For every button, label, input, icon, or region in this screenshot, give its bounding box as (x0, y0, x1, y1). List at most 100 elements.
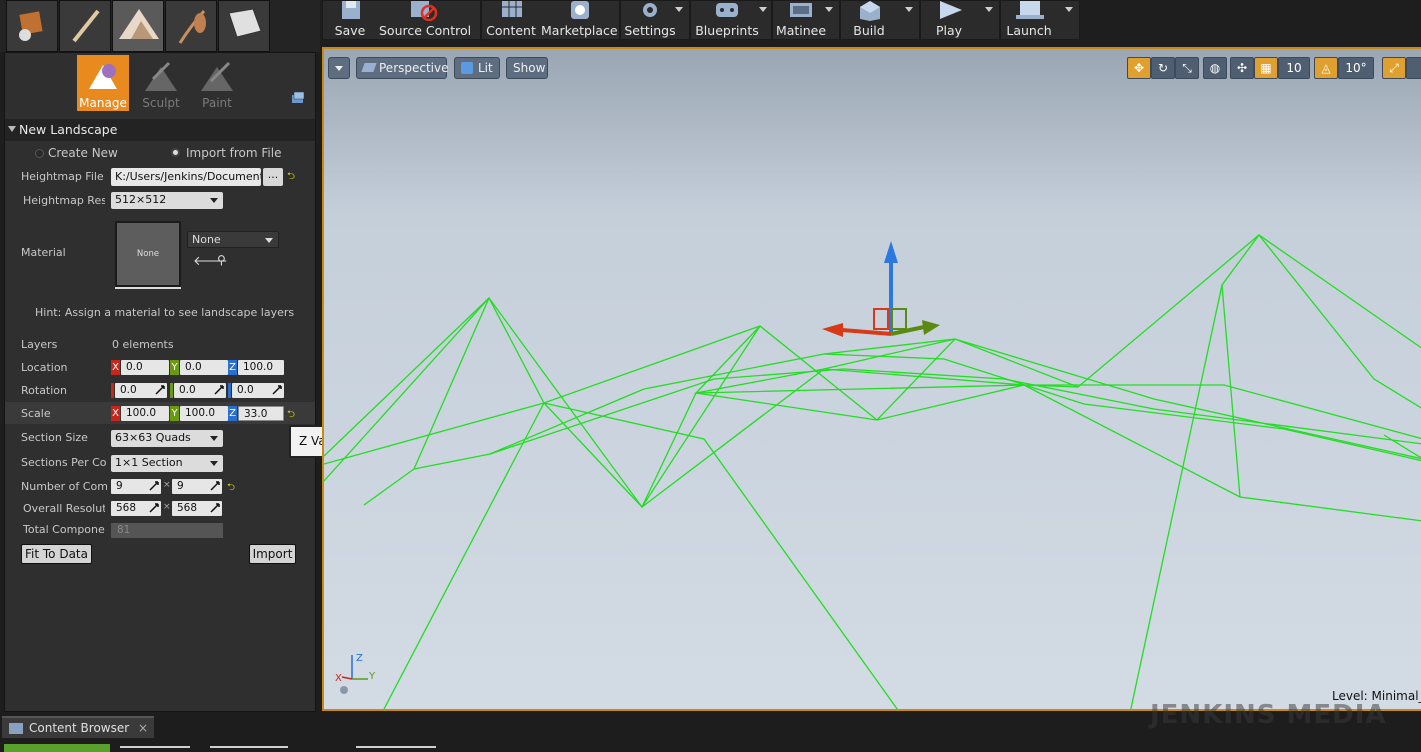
content-path-item[interactable] (356, 746, 436, 752)
sections-per-component-combo[interactable]: 1×1 Section (111, 455, 223, 472)
location-x-field[interactable]: 0.0 (121, 360, 169, 375)
material-thumbnail[interactable]: None (115, 221, 181, 287)
play-button[interactable]: Play (923, 1, 975, 41)
heightmap-file-label: Heightmap File (21, 170, 104, 183)
rotation-y-field[interactable]: 0.0 (174, 383, 226, 398)
play-dropdown-icon[interactable] (985, 7, 993, 12)
import-toolbar-item[interactable] (120, 746, 190, 752)
add-new-button[interactable] (4, 744, 110, 752)
rotation-z-field[interactable]: 0.0 (232, 383, 284, 398)
spin-icon[interactable] (149, 481, 159, 491)
reset-arrow-icon[interactable]: ⮌ (287, 407, 295, 424)
settings-dropdown-icon[interactable] (675, 7, 683, 12)
material-combo[interactable]: None (187, 231, 279, 248)
paint-mode-tab[interactable] (59, 0, 111, 52)
overall-res-y-field[interactable]: 568 (172, 501, 222, 516)
section-size-combo[interactable]: 63×63 Quads (111, 430, 223, 447)
level-viewport[interactable]: Z Y X Perspective Lit Show ✥ ↻ ⤡ ◍ ✣ ▦ 1… (322, 47, 1421, 711)
scale-x-axis: X (111, 406, 120, 421)
browse-button[interactable]: ... (263, 168, 283, 186)
rotation-y-value: 0.0 (179, 384, 196, 396)
reset-arrow-icon[interactable]: ⮌ (287, 169, 295, 186)
grid-snap-value[interactable]: 10 (1278, 57, 1310, 79)
launch-dropdown-icon[interactable] (1065, 7, 1073, 12)
heightmap-resolution-combo[interactable]: 512×512 (111, 192, 223, 209)
rotation-x-field[interactable]: 0.0 (115, 383, 167, 398)
section-size-label: Section Size (21, 431, 88, 444)
build-dropdown-icon[interactable] (905, 7, 913, 12)
toolbar-separator (999, 1, 1001, 41)
heightmap-file-input[interactable]: K:/Users/Jenkins/Document (111, 168, 261, 186)
rotation-snap-value[interactable]: 10° (1338, 57, 1374, 79)
source-control-button[interactable]: Source Control (379, 1, 471, 41)
surface-snap-icon[interactable]: ✣ (1230, 57, 1254, 79)
spin-icon[interactable] (272, 385, 282, 395)
world-local-icon[interactable]: ◍ (1203, 57, 1227, 79)
sections-per-component-value: 1×1 Section (115, 456, 183, 469)
manage-label: Manage (79, 96, 127, 110)
spin-icon[interactable] (210, 481, 220, 491)
show-button[interactable]: Show (506, 57, 548, 79)
spin-icon[interactable] (214, 385, 224, 395)
sections-per-component-label: Sections Per Component (21, 456, 107, 469)
browse-magnifier-icon[interactable]: ⚲ (217, 253, 226, 267)
sculpt-tool-button[interactable]: Sculpt (135, 55, 187, 111)
marketplace-button[interactable]: Marketplace (541, 1, 618, 41)
manage-tool-button[interactable]: Manage (77, 55, 129, 111)
content-button[interactable]: Content (485, 1, 537, 41)
num-comp-y-field[interactable]: 9 (172, 479, 222, 494)
rotation-snap-icon[interactable]: ◬ (1314, 57, 1338, 79)
spin-icon[interactable] (149, 503, 159, 513)
matinee-button[interactable]: Matinee (775, 1, 827, 41)
import-button[interactable]: Import (249, 544, 296, 564)
content-browser-tab[interactable]: Content Browser × (2, 716, 154, 738)
blueprints-dropdown-icon[interactable] (759, 7, 767, 12)
axis-z-label: Z (356, 653, 363, 664)
reset-arrow-icon[interactable]: ⮌ (227, 480, 235, 497)
overall-res-x-field[interactable]: 568 (111, 501, 161, 516)
import-file-radio[interactable] (171, 148, 180, 157)
geometry-mode-tab[interactable] (218, 0, 270, 52)
place-mode-tab[interactable] (6, 0, 58, 52)
num-comp-x-field[interactable]: 9 (111, 479, 161, 494)
blueprints-button[interactable]: Blueprints (693, 1, 761, 41)
material-combo-value: None (192, 233, 221, 246)
paint-tool-button[interactable]: Paint (191, 55, 243, 111)
foliage-mode-tab[interactable] (165, 0, 217, 52)
matinee-dropdown-icon[interactable] (825, 7, 833, 12)
settings-icon (643, 3, 657, 17)
save-button[interactable]: Save (325, 1, 375, 41)
rotate-icon[interactable]: ↻ (1151, 57, 1175, 79)
location-z-field[interactable]: 100.0 (238, 360, 284, 375)
translate-icon[interactable]: ✥ (1127, 57, 1151, 79)
layers-label: Layers (21, 338, 58, 351)
new-landscape-header[interactable]: New Landscape (5, 119, 315, 141)
material-hint: Hint: Assign a material to see landscape… (35, 306, 295, 319)
layers-pin-icon[interactable] (290, 91, 306, 105)
spin-icon[interactable] (155, 385, 165, 395)
num-comp-x-value: 9 (116, 480, 123, 492)
lit-button[interactable]: Lit (454, 57, 500, 79)
landscape-mode-tab[interactable] (112, 0, 164, 52)
scale-snap-icon[interactable]: ⤢ (1382, 57, 1406, 79)
scale-z-field[interactable]: 33.0 (238, 406, 284, 421)
spin-icon[interactable] (210, 503, 220, 513)
close-icon[interactable]: × (138, 721, 148, 735)
location-y-field[interactable]: 0.0 (180, 360, 228, 375)
axis-y-label: Y (368, 671, 376, 682)
settings-button[interactable]: Settings (623, 1, 677, 41)
scale-snap-value[interactable] (1406, 57, 1421, 79)
launch-button[interactable]: Launch (1003, 1, 1055, 41)
save-all-toolbar-item[interactable] (210, 746, 288, 752)
fit-to-data-button[interactable]: Fit To Data (21, 544, 92, 564)
grid-snap-icon[interactable]: ▦ (1254, 57, 1278, 79)
viewport-options-button[interactable] (328, 57, 350, 79)
scale-x-field[interactable]: 100.0 (121, 406, 169, 421)
scale-icon[interactable]: ⤡ (1175, 57, 1199, 79)
create-new-radio[interactable] (35, 149, 44, 158)
build-button[interactable]: Build (843, 1, 895, 41)
scale-y-field[interactable]: 100.0 (180, 406, 228, 421)
perspective-button[interactable]: Perspective (356, 57, 449, 79)
landscape-panel: Manage Sculpt Paint New Landscape Create… (4, 52, 316, 712)
source-control-icon (411, 1, 438, 21)
